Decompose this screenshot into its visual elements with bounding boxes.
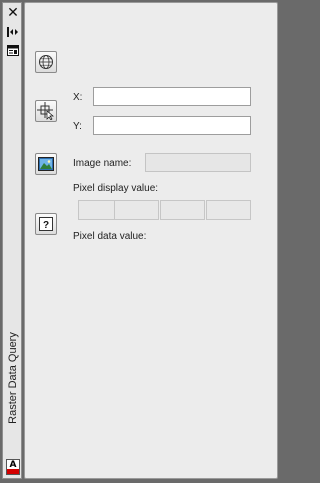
raster-query-panel: X: Y: Image name: Pixel display value: ?… (24, 2, 278, 479)
svg-text:?: ? (43, 220, 49, 231)
palette-title: Raster Data Query (7, 332, 20, 424)
help-button[interactable]: ? (35, 213, 57, 235)
image-name-label: Image name: (73, 158, 132, 169)
autohide-icon[interactable] (5, 25, 21, 39)
x-label: X: (73, 92, 83, 103)
pixel-data-label: Pixel data value: (73, 231, 147, 242)
crosshair-cursor-icon (37, 102, 54, 120)
app-logo-icon: A (6, 459, 20, 475)
help-icon: ? (39, 217, 53, 231)
properties-icon[interactable] (5, 43, 21, 57)
image-icon (38, 157, 54, 171)
palette-title-strip: ✕ Raster Data Query A (2, 2, 22, 479)
pixel-display-label: Pixel display value: (73, 183, 159, 194)
y-coordinate-field[interactable] (93, 116, 251, 135)
x-coordinate-field[interactable] (93, 87, 251, 106)
y-label: Y: (73, 121, 82, 132)
image-name-field (145, 153, 251, 172)
globe-button[interactable] (35, 51, 57, 73)
pixel-display-field-4 (206, 200, 251, 220)
pick-point-button[interactable] (35, 100, 57, 122)
pixel-display-field-2 (114, 200, 159, 220)
globe-icon (39, 55, 53, 69)
pixel-display-field-3 (160, 200, 205, 220)
select-image-button[interactable] (35, 153, 57, 175)
close-icon[interactable]: ✕ (5, 6, 21, 20)
